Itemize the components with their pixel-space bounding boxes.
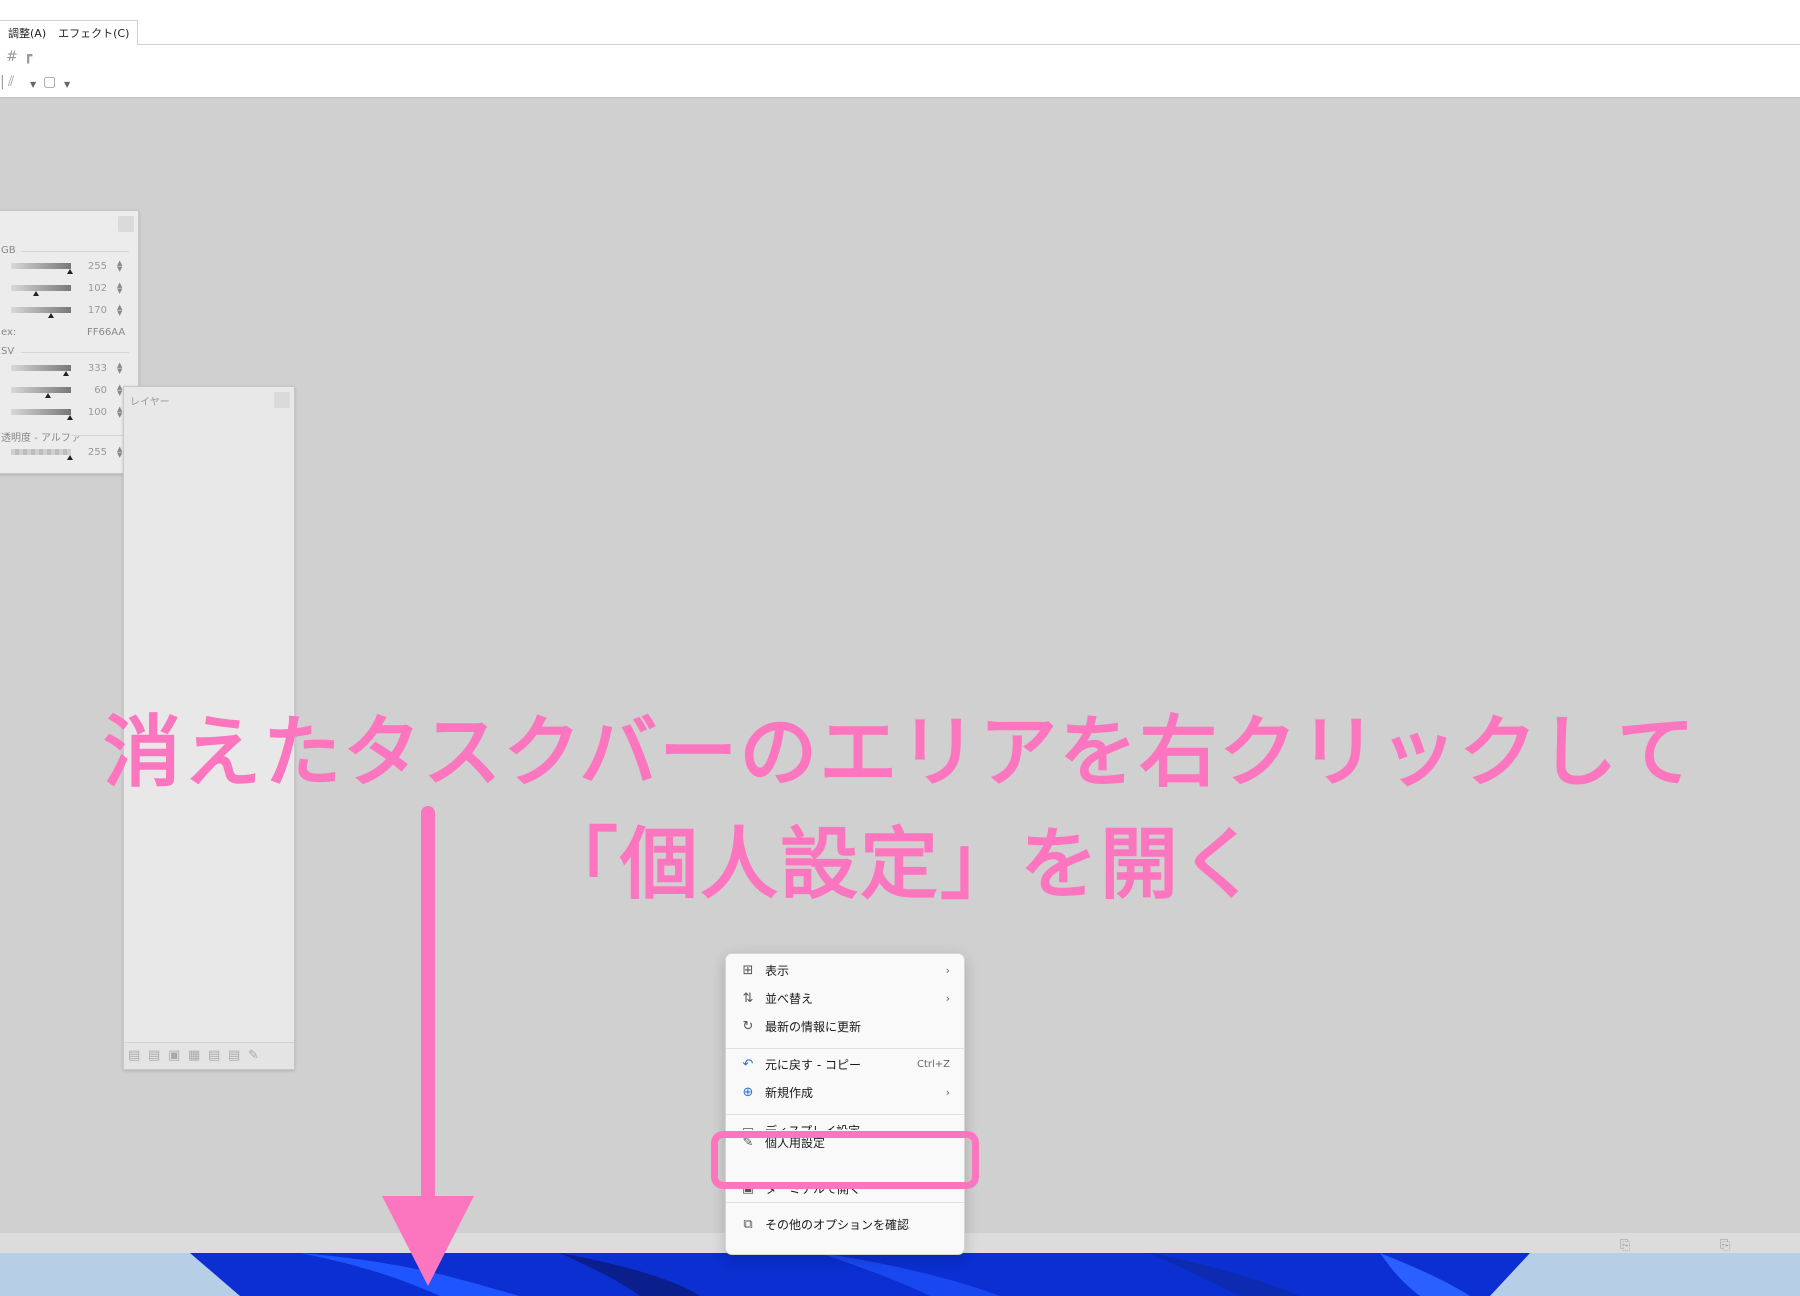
blue-value[interactable]: 170 [75, 304, 107, 318]
divider-icon: | [0, 74, 5, 90]
menu-adjustments[interactable]: 調整(A) [8, 25, 46, 41]
annotation-line-1: 消えたタスクバーのエリアを右クリックして [103, 708, 1697, 798]
spinner-icon[interactable]: ▲ ▼ [117, 260, 122, 273]
menu-item-label: 新規作成 [765, 1086, 814, 1100]
move-layer-down-icon[interactable]: ▤ [228, 1049, 242, 1062]
hsv-section-label: SV [1, 346, 15, 357]
red-slider[interactable] [11, 263, 73, 274]
hex-value[interactable]: FF66AA [87, 327, 125, 338]
chevron-down-icon[interactable]: ▼ [30, 80, 36, 89]
brightness-value[interactable]: 100 [75, 406, 107, 420]
menu-item-undo[interactable]: ↶ 元に戻す - コピー Ctrl+Z [730, 1052, 960, 1078]
menu-item-label: 表示 [765, 964, 790, 978]
value-slider[interactable] [11, 409, 73, 420]
alpha-slider[interactable] [11, 449, 73, 460]
layers-panel-title: レイヤー [130, 397, 170, 408]
menu-separator [726, 1202, 964, 1203]
menu-item-more-options[interactable]: ⧉ その他のオプションを確認 [730, 1212, 960, 1238]
grid-icon[interactable]: # [6, 50, 18, 64]
merge-layer-icon[interactable]: ▦ [188, 1049, 202, 1062]
green-value[interactable]: 102 [75, 282, 107, 296]
hue-value[interactable]: 333 [75, 362, 107, 376]
annotation-arrow-head [382, 1196, 474, 1286]
spinner-icon[interactable]: ▲ ▼ [117, 282, 122, 295]
saturation-value[interactable]: 60 [75, 384, 107, 398]
view-grid-icon: ⊞ [742, 963, 754, 978]
tray-icon[interactable]: ⎘ [1620, 1238, 1630, 1253]
menu-separator [726, 1048, 964, 1049]
alpha-value[interactable]: 255 [75, 446, 107, 460]
annotation-highlight-box [711, 1131, 979, 1189]
spinner-icon[interactable]: ▲ ▼ [117, 304, 122, 317]
menu-bar: 調整(A) エフェクト(C) [0, 0, 1800, 45]
layers-toolbar: ▤ ▤ ▣ ▦ ▤ ▤ ✎ [124, 1042, 294, 1069]
toolbar: # ┏ | ⫽ ▼ ▢ ▼ [0, 45, 1800, 98]
layer-properties-icon[interactable]: ✎ [248, 1049, 262, 1062]
close-icon[interactable] [118, 216, 134, 232]
spinner-icon[interactable]: ▲ ▼ [117, 446, 122, 459]
desktop-wallpaper [0, 1253, 1800, 1296]
plus-circle-icon: ⊕ [742, 1085, 754, 1100]
menu-item-terminal[interactable]: ▣ ターミナルで開く [730, 1188, 960, 1198]
sort-icon: ⇅ [742, 991, 754, 1006]
spinner-icon[interactable]: ▲ ▼ [117, 362, 122, 375]
spinner-icon[interactable]: ▲ ▼ [117, 406, 122, 419]
menu-tabs: 調整(A) エフェクト(C) [0, 20, 139, 45]
menu-item-label: 最新の情報に更新 [765, 1020, 862, 1034]
external-open-icon: ⧉ [743, 1217, 753, 1232]
undo-icon: ↶ [742, 1057, 754, 1072]
spinner-icon[interactable]: ▲ ▼ [117, 384, 122, 397]
annotation-line-2: 「個人設定」を開く [539, 820, 1260, 910]
menu-item-view[interactable]: ⊞ 表示 › [730, 958, 960, 984]
menu-item-label: その他のオプションを確認 [765, 1218, 910, 1232]
hue-slider[interactable] [11, 365, 71, 376]
chevron-right-icon: › [945, 964, 950, 977]
duplicate-layer-icon[interactable]: ▣ [168, 1049, 182, 1062]
green-slider[interactable] [11, 285, 71, 296]
annotation-arrow [421, 806, 435, 1201]
wallpaper-bloom-image [190, 1253, 1530, 1296]
menu-item-label: 元に戻す - コピー [765, 1058, 861, 1072]
menu-item-label: 並べ替え [765, 992, 814, 1006]
chevron-down-icon[interactable]: ▼ [64, 80, 70, 89]
menu-item-sort[interactable]: ⇅ 並べ替え › [730, 986, 960, 1012]
saturation-slider[interactable] [11, 387, 71, 398]
chevron-right-icon: › [945, 1086, 950, 1099]
divider [21, 352, 129, 353]
divider [71, 435, 129, 436]
hex-label: ex: [1, 327, 17, 338]
ruler-icon[interactable]: ┏ [24, 49, 32, 63]
menu-separator [726, 1114, 964, 1115]
colors-panel: GB 255 ▲ ▼ 102 ▲ ▼ 170 ▲ ▼ ex: FF66AA SV 33… [0, 210, 139, 474]
menu-item-refresh[interactable]: ↻ 最新の情報に更新 [730, 1014, 960, 1040]
blue-slider[interactable] [11, 307, 71, 318]
antialias-icon[interactable]: ⫽ [8, 75, 14, 89]
red-value[interactable]: 255 [75, 260, 107, 274]
menu-item-new[interactable]: ⊕ 新規作成 › [730, 1080, 960, 1106]
close-icon[interactable] [274, 392, 290, 408]
divider [21, 251, 129, 252]
alpha-section-label: 透明度 - アルファ [1, 433, 81, 444]
tray-icon[interactable]: ⎘ [1720, 1238, 1730, 1253]
rgb-section-label: GB [1, 245, 16, 256]
desktop-context-menu: ⊞ 表示 › ⇅ 並べ替え › ↻ 最新の情報に更新 ↶ 元に戻す - コピー … [725, 953, 965, 1255]
delete-layer-icon[interactable]: ▤ [148, 1049, 162, 1062]
refresh-icon: ↻ [742, 1019, 754, 1034]
shortcut-label: Ctrl+Z [916, 1059, 950, 1070]
chevron-right-icon: › [945, 992, 950, 1005]
blend-mode-icon[interactable]: ▢ [43, 75, 56, 89]
add-layer-icon[interactable]: ▤ [128, 1049, 142, 1062]
menu-effects[interactable]: エフェクト(C) [58, 25, 129, 41]
move-layer-up-icon[interactable]: ▤ [208, 1049, 222, 1062]
